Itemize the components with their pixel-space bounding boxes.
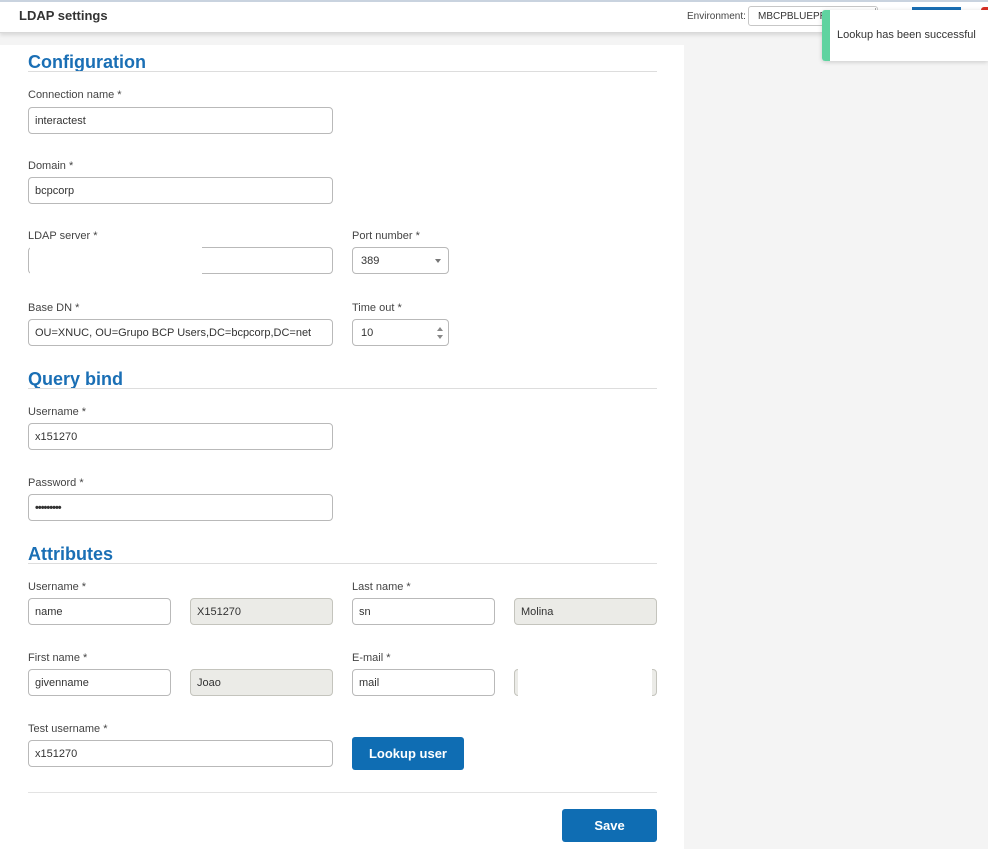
- environment-label: Environment:: [687, 11, 746, 22]
- chevron-down-icon: [435, 259, 441, 263]
- section-divider: [28, 71, 657, 72]
- attr-username-result: [190, 598, 333, 625]
- test-username-input[interactable]: [28, 740, 333, 767]
- password-label: Password *: [28, 477, 84, 489]
- page-title: LDAP settings: [19, 8, 108, 23]
- time-out-value: 10: [361, 327, 374, 339]
- last-name-label: Last name *: [352, 581, 411, 593]
- toast-status-bar: [822, 10, 830, 61]
- last-name-input[interactable]: [352, 598, 495, 625]
- connection-name-input[interactable]: [28, 107, 333, 134]
- attr-username-label: Username *: [28, 581, 87, 593]
- email-label: E-mail *: [352, 652, 391, 664]
- settings-panel: Configuration Connection name * Domain *…: [0, 45, 684, 849]
- footer-divider: [28, 792, 657, 793]
- redaction-block: [518, 667, 652, 698]
- spin-down-icon[interactable]: [437, 335, 443, 339]
- password-input[interactable]: [28, 494, 333, 521]
- attr-username-input[interactable]: [28, 598, 171, 625]
- save-button[interactable]: Save: [562, 809, 657, 842]
- domain-label: Domain *: [28, 160, 74, 172]
- attributes-title: Attributes: [28, 544, 113, 564]
- test-username-label: Test username *: [28, 723, 108, 735]
- redaction-block: [30, 245, 202, 276]
- port-number-value: 389: [361, 255, 380, 267]
- last-name-result: [514, 598, 657, 625]
- base-dn-input[interactable]: [28, 319, 333, 346]
- connection-name-label: Connection name *: [28, 89, 122, 101]
- time-out-label: Time out *: [352, 302, 402, 314]
- query-username-input[interactable]: [28, 423, 333, 450]
- success-toast: Lookup has been successful: [822, 10, 988, 61]
- query-bind-title: Query bind: [28, 369, 124, 389]
- section-divider: [28, 388, 657, 389]
- first-name-label: First name *: [28, 652, 88, 664]
- first-name-result: [190, 669, 333, 696]
- domain-input[interactable]: [28, 177, 333, 204]
- port-number-label: Port number *: [352, 230, 420, 242]
- toast-message: Lookup has been successful: [837, 29, 976, 41]
- email-input[interactable]: [352, 669, 495, 696]
- lookup-user-button[interactable]: Lookup user: [352, 737, 464, 770]
- section-divider: [28, 563, 657, 564]
- ldap-server-label: LDAP server *: [28, 230, 98, 242]
- time-out-stepper[interactable]: 10: [352, 319, 449, 346]
- first-name-input[interactable]: [28, 669, 171, 696]
- spin-up-icon[interactable]: [437, 327, 443, 331]
- query-username-label: Username *: [28, 406, 87, 418]
- base-dn-label: Base DN *: [28, 302, 80, 314]
- configuration-title: Configuration: [28, 52, 146, 72]
- port-number-select[interactable]: 389: [352, 247, 449, 274]
